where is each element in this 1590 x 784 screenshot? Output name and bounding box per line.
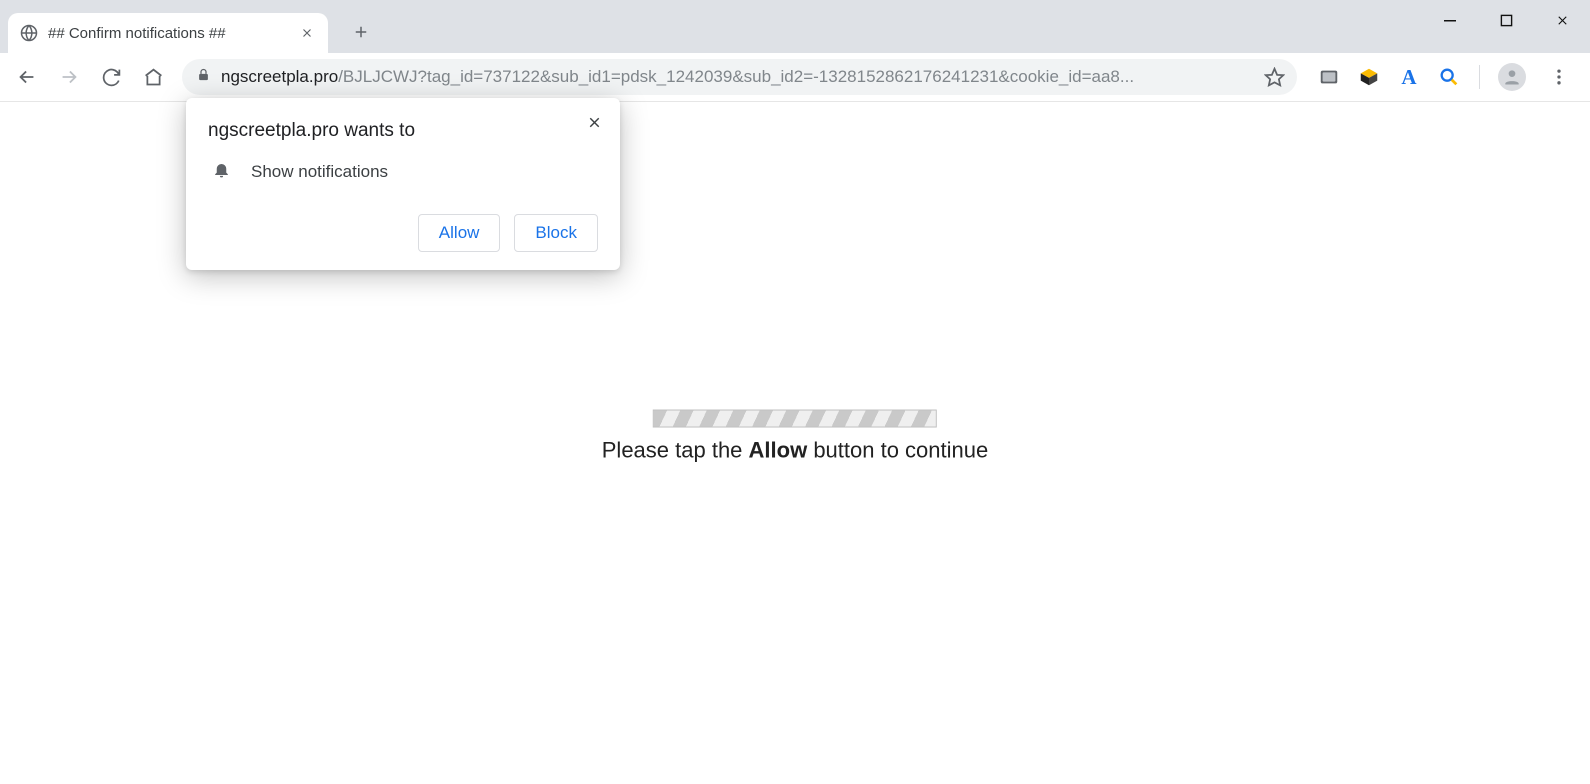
translate-extension-icon[interactable] xyxy=(1317,65,1341,89)
url-domain: ngscreetpla.pro xyxy=(221,67,338,86)
lock-icon xyxy=(196,67,211,87)
popup-title: ngscreetpla.pro wants to xyxy=(208,120,598,142)
window-controls xyxy=(1422,0,1590,40)
toolbar-divider xyxy=(1479,65,1480,89)
globe-icon xyxy=(20,24,38,42)
page-instruction-text: Please tap the Allow button to continue xyxy=(602,438,988,464)
search-extension-icon[interactable] xyxy=(1437,65,1461,89)
window-close-button[interactable] xyxy=(1534,0,1590,40)
close-tab-icon[interactable] xyxy=(298,24,316,42)
extension-icons: A xyxy=(1307,60,1582,94)
block-button[interactable]: Block xyxy=(514,214,598,252)
home-button[interactable] xyxy=(134,58,172,96)
address-bar[interactable]: ngscreetpla.pro/BJLJCWJ?tag_id=737122&su… xyxy=(182,59,1297,95)
letter-a-extension-icon[interactable]: A xyxy=(1397,65,1421,89)
page-center-block: Please tap the Allow button to continue xyxy=(602,410,988,464)
minimize-button[interactable] xyxy=(1422,0,1478,40)
allow-button[interactable]: Allow xyxy=(418,214,501,252)
url-text: ngscreetpla.pro/BJLJCWJ?tag_id=737122&su… xyxy=(221,67,1249,87)
popup-permission-row: Show notifications xyxy=(208,160,598,184)
maximize-button[interactable] xyxy=(1478,0,1534,40)
tab-title: ## Confirm notifications ## xyxy=(48,25,288,42)
cube-extension-icon[interactable] xyxy=(1357,65,1381,89)
profile-avatar[interactable] xyxy=(1498,63,1526,91)
popup-permission-label: Show notifications xyxy=(251,162,388,182)
notification-permission-popup: ngscreetpla.pro wants to Show notificati… xyxy=(186,98,620,270)
kebab-menu-icon[interactable] xyxy=(1542,60,1576,94)
forward-button[interactable] xyxy=(50,58,88,96)
browser-titlebar: ## Confirm notifications ## xyxy=(0,0,1590,53)
bell-icon xyxy=(212,160,231,184)
browser-tab[interactable]: ## Confirm notifications ## xyxy=(8,13,328,53)
popup-close-icon[interactable] xyxy=(580,108,608,136)
reload-button[interactable] xyxy=(92,58,130,96)
tab-strip: ## Confirm notifications ## xyxy=(0,0,376,53)
url-path: /BJLJCWJ?tag_id=737122&sub_id1=pdsk_1242… xyxy=(338,67,1134,86)
fake-progress-bar xyxy=(653,410,937,428)
popup-button-row: Allow Block xyxy=(208,214,598,252)
back-button[interactable] xyxy=(8,58,46,96)
browser-toolbar: ngscreetpla.pro/BJLJCWJ?tag_id=737122&su… xyxy=(0,53,1590,102)
new-tab-button[interactable] xyxy=(346,17,376,47)
bookmark-star-icon[interactable] xyxy=(1259,62,1289,92)
